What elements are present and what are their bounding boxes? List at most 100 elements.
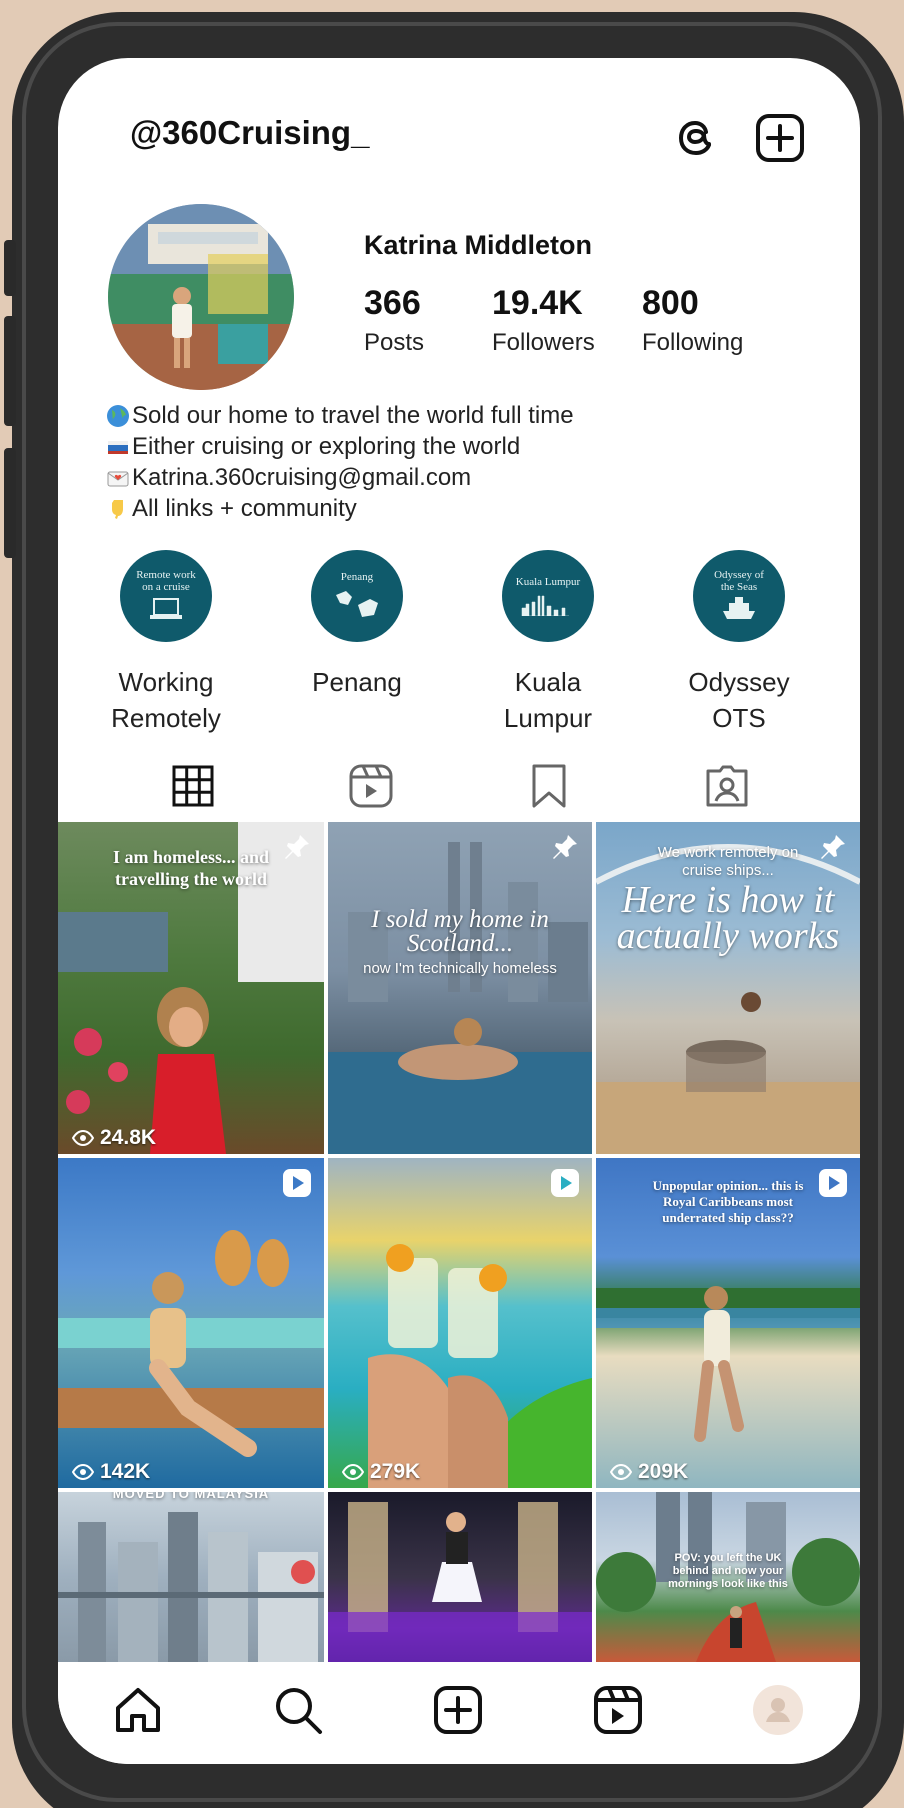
create-icon[interactable] bbox=[432, 1684, 484, 1736]
tagged-icon[interactable] bbox=[704, 763, 750, 809]
view-count-text: 209K bbox=[638, 1460, 689, 1483]
threads-icon[interactable] bbox=[670, 112, 722, 164]
post-photo bbox=[328, 842, 592, 1154]
highlight-label: Kuala Lumpur bbox=[468, 664, 628, 736]
posts-label: Posts bbox=[364, 329, 425, 356]
view-count-text: 279K bbox=[370, 1460, 421, 1483]
saved-icon[interactable] bbox=[526, 763, 572, 809]
post-tile[interactable]: 142K bbox=[58, 1158, 324, 1488]
laptop-icon bbox=[150, 598, 182, 619]
reel-icon bbox=[819, 1169, 847, 1197]
profile-avatar[interactable] bbox=[108, 204, 294, 390]
ship-emoji-icon bbox=[108, 440, 128, 454]
post-tile[interactable]: Unpopular opinion... this is Royal Carib… bbox=[596, 1158, 860, 1488]
highlight-cover-text: Remote work on a cruise bbox=[136, 569, 196, 593]
view-count: 209K bbox=[610, 1460, 688, 1484]
highlight-cover-text: Penang bbox=[340, 571, 374, 583]
bio-line: Sold our home to travel the world full t… bbox=[106, 400, 806, 431]
search-icon[interactable] bbox=[272, 1684, 324, 1736]
profile-display-name: Katrina Middleton bbox=[364, 230, 592, 260]
post-tile[interactable] bbox=[328, 1492, 592, 1662]
highlight-label-line: Lumpur bbox=[503, 703, 593, 733]
highlight-penang[interactable]: Penang Penang bbox=[277, 550, 437, 700]
highlight-label: Penang bbox=[277, 664, 437, 700]
bio-text: Either cruising or exploring the world bbox=[132, 433, 521, 460]
post-photo bbox=[368, 1244, 592, 1488]
profile-username[interactable]: @360Cruising_ bbox=[130, 114, 369, 152]
posts-count: 366 bbox=[364, 284, 421, 322]
highlight-label-line: Remotely bbox=[111, 703, 221, 733]
following-stat[interactable]: 800 Following bbox=[642, 284, 743, 357]
grid-icon[interactable] bbox=[170, 763, 216, 809]
followers-count: 19.4K bbox=[492, 284, 583, 322]
eye-icon bbox=[610, 1463, 632, 1481]
create-post-icon[interactable] bbox=[754, 112, 806, 164]
pin-icon bbox=[553, 835, 577, 859]
bio-line: All links + community bbox=[106, 493, 806, 524]
post-tile[interactable]: 279K bbox=[328, 1158, 592, 1488]
phone-volume-down bbox=[4, 448, 16, 558]
highlight-cover: Odyssey of the Seas bbox=[693, 550, 785, 642]
profile-bio: Sold our home to travel the world full t… bbox=[106, 400, 806, 524]
view-count: 142K bbox=[72, 1460, 150, 1484]
following-label: Following bbox=[642, 329, 744, 356]
followers-label: Followers bbox=[492, 329, 595, 356]
posts-stat[interactable]: 366 Posts bbox=[364, 284, 424, 357]
highlight-cover: Penang bbox=[311, 550, 403, 642]
bio-line: Either cruising or exploring the world bbox=[106, 431, 806, 462]
phone-side-button bbox=[4, 240, 16, 296]
love-letter-emoji-icon bbox=[107, 471, 129, 486]
bio-text: Sold our home to travel the world full t… bbox=[132, 402, 574, 429]
highlight-kuala-lumpur[interactable]: Kuala Lumpur Kuala Lumpur bbox=[468, 550, 628, 736]
home-icon[interactable] bbox=[112, 1684, 164, 1736]
post-caption: POV: you left the UK behind and now your… bbox=[668, 1552, 788, 1590]
ship-icon bbox=[723, 597, 755, 619]
post-tile[interactable]: I am homeless... and travelling the worl… bbox=[58, 822, 324, 1154]
posts-grid: I am homeless... and travelling the worl… bbox=[58, 822, 860, 1662]
pin-icon bbox=[285, 835, 309, 859]
reel-icon bbox=[551, 1169, 579, 1197]
post-photo bbox=[58, 1230, 324, 1457]
view-count-text: 24.8K bbox=[100, 1126, 157, 1149]
highlight-label-line: Kuala bbox=[514, 667, 582, 697]
highlight-label: Working Remotely bbox=[86, 664, 246, 736]
post-photo bbox=[328, 1502, 592, 1662]
skyline-icon bbox=[521, 595, 569, 616]
highlight-cover-text: Odyssey of the Seas bbox=[714, 569, 764, 593]
eye-icon bbox=[72, 1463, 94, 1481]
post-tile[interactable]: POV: you left the UK behind and now your… bbox=[596, 1492, 860, 1662]
highlight-label-line: Working bbox=[118, 667, 214, 697]
bio-email-link[interactable]: Katrina.360cruising@gmail.com bbox=[132, 462, 471, 493]
highlight-working-remotely[interactable]: Remote work on a cruise Working Remotely bbox=[86, 550, 246, 736]
post-tile[interactable]: I sold my home in Scotland... now I'm te… bbox=[328, 822, 592, 1154]
highlight-label-line: OTS bbox=[712, 703, 766, 733]
eye-icon bbox=[342, 1463, 364, 1481]
post-tile[interactable]: We work remotely on cruise ships... Here… bbox=[596, 822, 860, 1154]
profile-icon[interactable] bbox=[752, 1684, 804, 1736]
pointing-down-emoji-icon bbox=[112, 499, 123, 519]
view-count: 24.8K bbox=[72, 1126, 156, 1150]
pin-icon bbox=[821, 835, 845, 859]
reels-icon[interactable] bbox=[592, 1684, 644, 1736]
map-icon bbox=[336, 591, 378, 617]
post-photo bbox=[58, 1512, 324, 1662]
reels-tab-icon[interactable] bbox=[348, 763, 394, 809]
post-caption: MOVED TO MALAYSIA bbox=[112, 1492, 270, 1501]
post-caption: Here is how it actually works bbox=[616, 879, 840, 957]
reel-icon bbox=[283, 1169, 311, 1197]
highlight-label: Odyssey OTS bbox=[659, 664, 819, 736]
post-caption: I sold my home in Scotland... bbox=[371, 906, 549, 957]
highlight-cover-text: Kuala Lumpur bbox=[515, 576, 581, 588]
bio-line[interactable]: Katrina.360cruising@gmail.com bbox=[106, 462, 806, 493]
highlight-cover: Remote work on a cruise bbox=[120, 550, 212, 642]
highlight-label-line: Penang bbox=[312, 667, 402, 697]
eye-icon bbox=[72, 1129, 94, 1147]
highlight-odyssey-ots[interactable]: Odyssey of the Seas Odyssey OTS bbox=[659, 550, 819, 736]
post-tile[interactable]: MOVED TO MALAYSIA bbox=[58, 1492, 324, 1662]
following-count: 800 bbox=[642, 284, 699, 322]
bio-text: All links + community bbox=[132, 495, 357, 522]
highlight-label-line: Odyssey bbox=[688, 667, 790, 697]
app-screen: @360Cruising_ Katrina Middleton 366 Post… bbox=[58, 58, 860, 1764]
followers-stat[interactable]: 19.4K Followers bbox=[492, 284, 595, 357]
view-count: 279K bbox=[342, 1460, 420, 1484]
